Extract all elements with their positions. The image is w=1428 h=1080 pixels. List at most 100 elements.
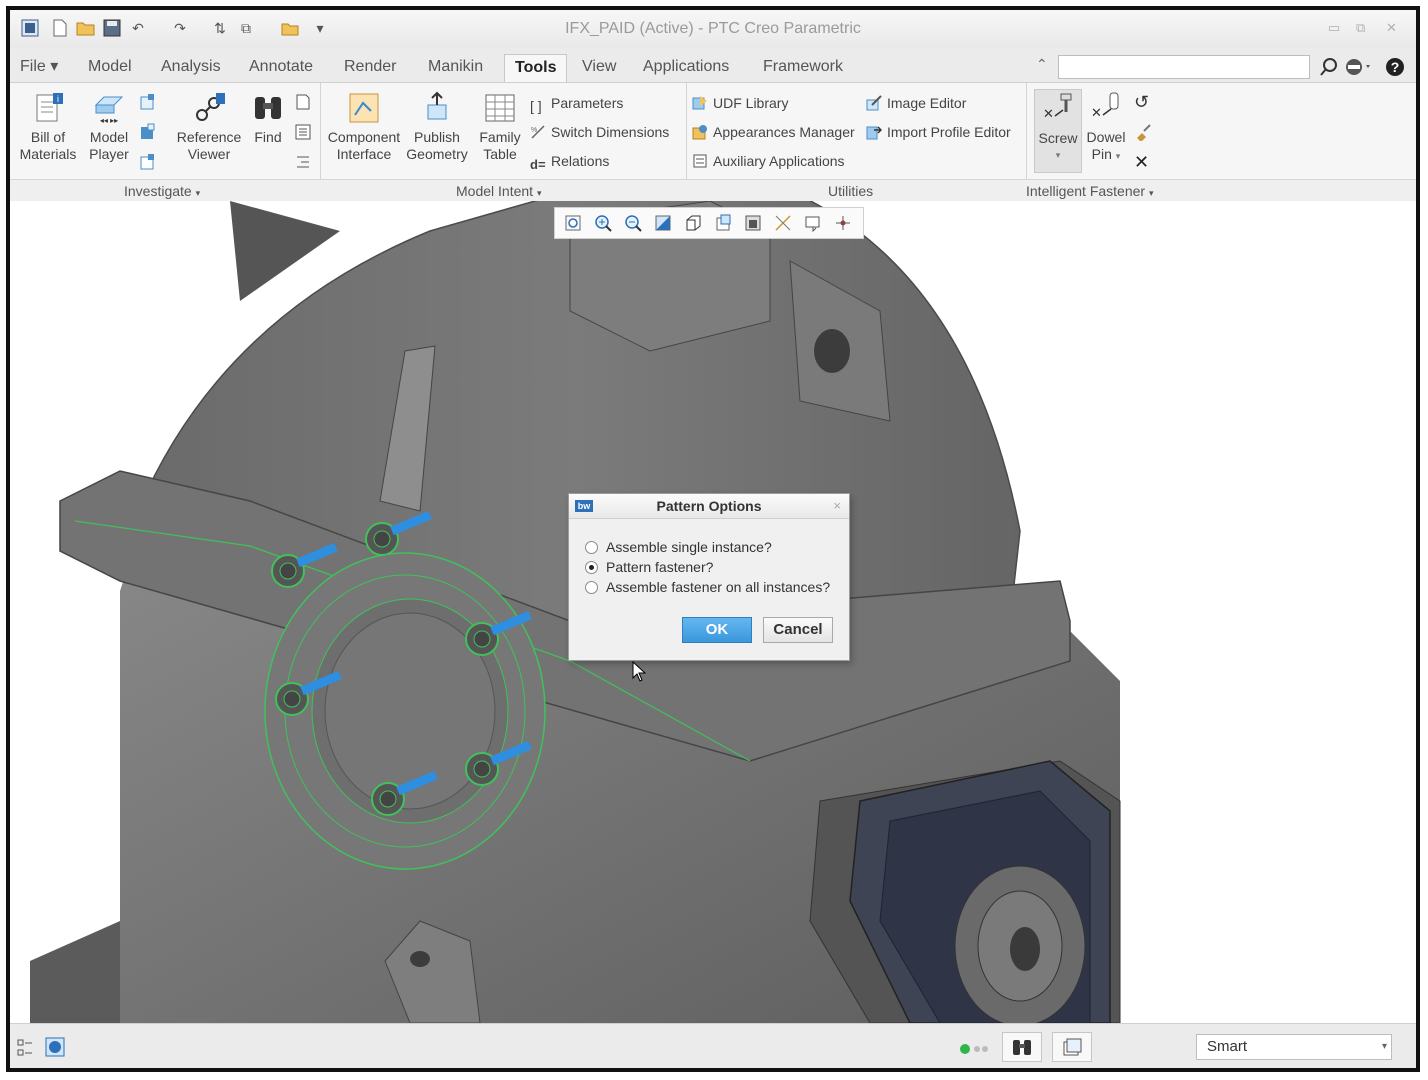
group-model-intent[interactable]: Model Intent ▾ — [456, 183, 541, 199]
screw-dropdown-icon[interactable]: ▾ — [1035, 147, 1081, 164]
tab-view[interactable]: View — [572, 54, 626, 82]
import-profile-editor-button[interactable]: Import Profile Editor — [866, 122, 1011, 142]
family-table-button[interactable]: Family Table — [474, 91, 526, 163]
redefine-icon[interactable]: ↺ — [1134, 93, 1152, 111]
selection-filter-dropdown[interactable]: Smart ▾ — [1196, 1034, 1392, 1060]
browser-toggle-icon[interactable] — [44, 1036, 66, 1058]
search-tool-icon[interactable] — [294, 93, 312, 111]
option-assemble-all-instances[interactable]: Assemble fastener on all instances? — [585, 578, 830, 596]
reference-viewer-icon — [196, 93, 225, 121]
reference-viewer-button[interactable]: Reference Viewer — [174, 91, 244, 163]
family-table-icon — [485, 94, 515, 122]
option-pattern-fastener[interactable]: Pattern fastener? — [585, 558, 713, 576]
minimize-icon[interactable]: ▭ — [1328, 20, 1340, 36]
tab-manikin[interactable]: Manikin — [418, 54, 493, 82]
graphics-toolbar — [554, 207, 864, 239]
tab-analysis[interactable]: Analysis — [151, 54, 231, 82]
auxiliary-applications-icon — [692, 153, 708, 169]
model-info-icon[interactable] — [138, 153, 156, 171]
find-binoculars-icon[interactable] — [1002, 1032, 1042, 1062]
tab-model[interactable]: Model — [78, 54, 142, 82]
publish-geometry-icon — [427, 91, 447, 120]
binoculars-icon — [255, 97, 281, 119]
tab-file[interactable]: File ▾ — [10, 54, 68, 82]
import-profile-editor-icon — [866, 124, 883, 140]
udf-library-button[interactable]: UDF Library — [692, 93, 788, 113]
tab-applications[interactable]: Applications — [633, 54, 739, 82]
publish-geometry-label: Publish Geometry — [406, 129, 468, 162]
graphics-window[interactable]: bw Pattern Options × Assemble single ins… — [10, 201, 1416, 1023]
refit-icon[interactable] — [561, 212, 584, 235]
model-player-button[interactable]: ◂◂ ▸▸ Model Player — [82, 91, 136, 163]
community-icon[interactable] — [1344, 56, 1374, 78]
application-window: ↶ ↷ ⇅ ⧉ ▾ IFX_PAID (Active) - PTC Creo P… — [6, 6, 1420, 1072]
image-editor-button[interactable]: Image Editor — [866, 93, 966, 113]
radio-button[interactable] — [585, 541, 598, 554]
spin-center-icon[interactable] — [831, 212, 854, 235]
saved-orientations-icon[interactable] — [711, 212, 734, 235]
datum-display-icon[interactable] — [771, 212, 794, 235]
radio-button-selected[interactable] — [585, 561, 598, 574]
delete-icon[interactable]: ✕ — [1134, 153, 1152, 171]
svg-text:◂◂ ▸▸: ◂◂ ▸▸ — [100, 116, 118, 125]
model-sizes-icon[interactable] — [138, 93, 156, 111]
dowel-pin-button[interactable]: ✕ Dowel Pin ▾ — [1084, 91, 1128, 165]
help-icon[interactable]: ? — [1384, 56, 1406, 78]
close-icon[interactable]: × — [833, 498, 841, 513]
parameters-button[interactable]: [ ] Parameters — [530, 93, 624, 114]
group-investigate[interactable]: Investigate ▾ — [124, 183, 200, 199]
selection-buffer-icon[interactable] — [1052, 1032, 1092, 1062]
ribbon-tabs: File ▾ Model Analysis Annotate Render Ma… — [10, 48, 1416, 82]
zoom-out-icon[interactable] — [621, 212, 644, 235]
svg-text:✕: ✕ — [1043, 106, 1054, 121]
list-icon[interactable] — [294, 123, 312, 141]
restore-icon[interactable]: ⧉ — [1356, 20, 1365, 36]
search-input[interactable] — [1058, 55, 1310, 79]
close-icon[interactable]: ✕ — [1386, 20, 1397, 36]
zoom-in-icon[interactable] — [591, 212, 614, 235]
search-icon[interactable] — [1318, 56, 1340, 78]
ok-button[interactable]: OK — [682, 617, 752, 643]
chevron-down-icon[interactable]: ▾ — [1382, 1035, 1387, 1059]
cancel-button[interactable]: Cancel — [763, 617, 833, 643]
appearances-manager-label: Appearances Manager — [713, 124, 855, 140]
find-button[interactable]: Find — [246, 91, 290, 146]
bill-of-materials-button[interactable]: i Bill of Materials — [16, 91, 80, 163]
find-label: Find — [254, 129, 282, 145]
parameters-label: Parameters — [551, 95, 624, 111]
annotation-display-icon[interactable] — [801, 212, 824, 235]
dialog-title: Pattern Options — [656, 498, 762, 514]
auxiliary-applications-button[interactable]: Auxiliary Applications — [692, 151, 845, 171]
regeneration-status-icon[interactable] — [960, 1042, 990, 1060]
publish-geometry-button[interactable]: Publish Geometry — [404, 91, 470, 163]
dowel-pin-icon: ✕ — [1091, 92, 1119, 120]
display-style-icon[interactable] — [681, 212, 704, 235]
screw-icon: ✕ — [1043, 93, 1072, 121]
navigator-toggle-icon[interactable] — [16, 1038, 34, 1058]
screw-button[interactable]: ✕ Screw ▾ — [1034, 89, 1082, 173]
mass-properties-icon[interactable] — [138, 123, 156, 141]
brush-icon[interactable] — [1134, 123, 1152, 142]
repaint-icon[interactable] — [651, 212, 674, 235]
tab-annotate[interactable]: Annotate — [239, 54, 323, 82]
collapse-ribbon-icon[interactable]: ⌃ — [1036, 56, 1048, 73]
pattern-options-dialog: bw Pattern Options × Assemble single ins… — [568, 493, 850, 661]
component-interface-icon — [349, 93, 379, 123]
ribbon-group-labels: Investigate ▾ Model Intent ▾ Utilities I… — [10, 179, 1416, 201]
tab-tools[interactable]: Tools — [504, 54, 568, 82]
radio-button[interactable] — [585, 581, 598, 594]
dialog-title-bar[interactable]: bw Pattern Options × — [569, 494, 849, 519]
import-profile-editor-label: Import Profile Editor — [887, 124, 1011, 140]
view-manager-icon[interactable] — [741, 212, 764, 235]
appearances-manager-button[interactable]: Appearances Manager — [692, 122, 855, 142]
switch-dimensions-button[interactable]: % Switch Dimensions — [530, 122, 669, 142]
group-intelligent-fastener[interactable]: Intelligent Fastener ▾ — [1026, 183, 1154, 199]
tab-framework[interactable]: Framework — [753, 54, 853, 82]
tab-render[interactable]: Render — [334, 54, 406, 82]
option-assemble-single-instance[interactable]: Assemble single instance? — [585, 538, 772, 556]
group-utilities: Utilities — [828, 183, 874, 199]
relations-button[interactable]: d= Relations — [530, 151, 609, 172]
udf-library-icon — [692, 95, 708, 111]
tree-icon[interactable] — [294, 153, 312, 171]
component-interface-button[interactable]: Component Interface — [326, 91, 402, 163]
